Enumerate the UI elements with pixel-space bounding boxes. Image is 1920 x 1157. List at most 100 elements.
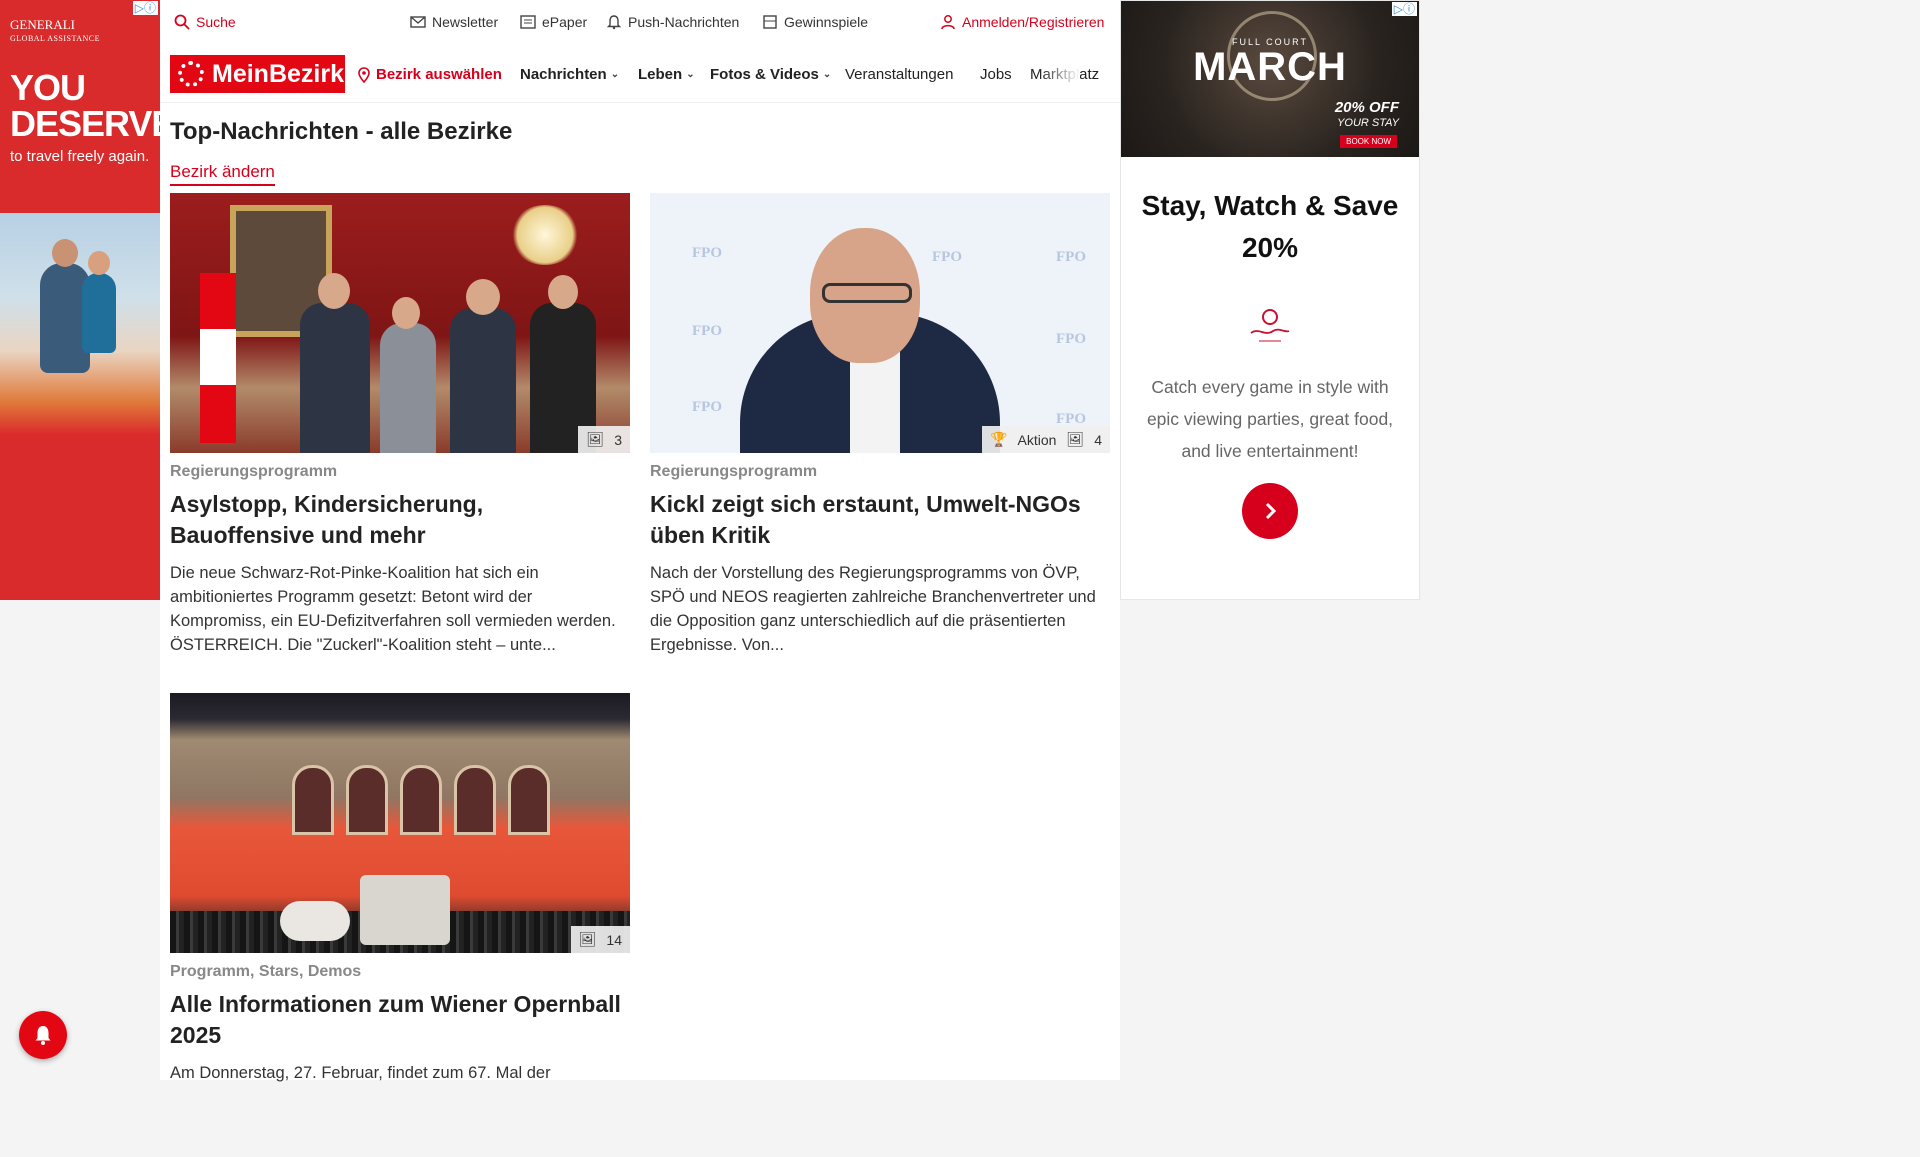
person — [380, 323, 436, 453]
speaker-glasses — [822, 283, 912, 303]
location-pin-icon — [358, 66, 370, 83]
section-title: Top-Nachrichten - alle Bezirke — [170, 118, 513, 145]
person-face — [318, 273, 350, 309]
person-face — [392, 297, 420, 329]
banner-book-button[interactable]: BOOK NOW — [1340, 135, 1397, 148]
chandelier — [510, 205, 580, 265]
gallery-icon: 🖼 — [586, 431, 605, 447]
banner-offer: 20% OFF — [1334, 99, 1399, 116]
nav-jobs[interactable]: Jobs — [980, 66, 1012, 83]
photo-count-badge: 🏆 Aktion 🖼 4 — [982, 426, 1110, 453]
opera-arch — [346, 765, 388, 835]
backdrop-logo: FPO — [1056, 331, 1086, 347]
mail-icon — [410, 16, 426, 28]
banner-stay: YOUR STAY — [1337, 117, 1399, 129]
bezirk-select[interactable]: Bezirk auswählen — [356, 66, 502, 83]
article-image[interactable]: FPO FPO FPO FPO FPO FPO FPO 🏆 Aktion 🖼 4 — [650, 193, 1110, 453]
notification-bell-button[interactable] — [19, 1011, 67, 1059]
chevron-down-icon: ⌄ — [822, 69, 832, 80]
push-label: Push-Nachrichten — [628, 14, 740, 30]
photo-count-badge: 🖼 14 — [570, 926, 630, 953]
logo-text: MeinBezirk — [212, 59, 344, 88]
backdrop-logo: FPO — [692, 323, 722, 339]
gewinnspiele-link[interactable]: Gewinnspiele — [762, 14, 868, 30]
article-title[interactable]: Kickl zeigt sich erstaunt, Umwelt-NGOs ü… — [650, 489, 1110, 551]
article-title[interactable]: Alle Informationen zum Wiener Opernball … — [170, 989, 630, 1051]
person — [450, 308, 516, 453]
change-bezirk-link[interactable]: Bezirk ändern — [170, 162, 275, 186]
nav-veranstaltungen-label: Veranstaltungen — [845, 66, 954, 83]
ad-headline: YOU DESERVE — [10, 67, 160, 144]
nav-leben[interactable]: Leben ⌄ — [638, 66, 695, 83]
person — [300, 303, 370, 453]
person-face — [466, 279, 500, 315]
gewinnspiele-label: Gewinnspiele — [784, 14, 869, 30]
adchoices-icon[interactable]: ▷ⓘ — [132, 1, 158, 15]
gallery-icon: 🖼 — [578, 931, 597, 947]
push-link[interactable]: Push-Nachrichten — [606, 14, 739, 30]
right-ad-banner[interactable]: FULL COURT MARCH 20% OFF YOUR STAY BOOK … — [1120, 0, 1420, 600]
carriage — [360, 875, 450, 945]
opera-arch — [400, 765, 442, 835]
chevron-down-icon: ⌄ — [610, 69, 620, 80]
ad-headline: Stay, Watch & Save 20% — [1141, 190, 1399, 263]
austria-flag — [200, 273, 236, 443]
ad-copy: Catch every game in style with epic view… — [1146, 377, 1394, 461]
article-kicker: Regierungsprogramm — [170, 463, 338, 480]
gift-icon — [763, 15, 777, 29]
ad-person-child — [82, 273, 116, 353]
bezirk-label: Bezirk auswählen — [376, 66, 502, 83]
resort-logo-icon — [1250, 309, 1290, 342]
login-link[interactable]: Anmelden/Registrieren — [940, 14, 1104, 30]
ad-brand-name: GENERALI — [10, 17, 75, 32]
horse — [280, 901, 350, 941]
top-utility-bar: Suche Newsletter ePaper Push-Nachrichten… — [160, 0, 1120, 46]
photo-count: 4 — [1094, 431, 1102, 448]
article-card[interactable]: 🖼 3 Regierungsprogramm Asylstopp, Kinder… — [170, 193, 630, 657]
main-content: Suche Newsletter ePaper Push-Nachrichten… — [160, 0, 1120, 1082]
nav-veranstaltungen[interactable]: Veranstaltungen — [845, 66, 953, 83]
nav-fotos-videos[interactable]: Fotos & Videos ⌄ — [710, 66, 831, 83]
article-image[interactable]: 🖼 3 — [170, 193, 630, 453]
photo-count: 14 — [606, 931, 622, 948]
article-card[interactable]: 🖼 14 Programm, Stars, Demos Alle Informa… — [170, 693, 630, 1157]
article-teaser: Nach der Vorstellung des Regierungsprogr… — [650, 564, 1096, 654]
newsletter-link[interactable]: Newsletter — [410, 14, 498, 30]
left-ad-banner[interactable]: ▷ⓘ GENERALI GLOBAL ASSISTANCE YOU DESERV… — [0, 0, 160, 600]
backdrop-logo: FPO — [692, 399, 722, 415]
nav-overflow-fade — [1040, 48, 1080, 98]
ad-subline: to travel freely again. — [10, 148, 150, 165]
backdrop-logo: FPO — [932, 249, 962, 265]
ad-cta-button[interactable] — [1242, 483, 1298, 539]
article-teaser: Am Donnerstag, 27. Februar, findet zum 6… — [170, 1064, 551, 1082]
backdrop-logo: FPO — [692, 245, 722, 261]
trophy-icon: 🏆 — [990, 431, 1008, 447]
ad-brand-sub: GLOBAL ASSISTANCE — [10, 34, 101, 43]
backdrop-logo: FPO — [1056, 249, 1086, 265]
article-card[interactable]: FPO FPO FPO FPO FPO FPO FPO 🏆 Aktion 🖼 4… — [650, 193, 1110, 657]
search-label: Suche — [196, 14, 236, 30]
opera-arch — [292, 765, 334, 835]
article-image[interactable]: 🖼 14 — [170, 693, 630, 953]
ad-banner-image[interactable]: FULL COURT MARCH 20% OFF YOUR STAY BOOK … — [1121, 1, 1419, 157]
nav-leben-label: Leben — [638, 66, 683, 83]
newsletter-label: Newsletter — [432, 14, 499, 30]
banner-title: MARCH — [1193, 45, 1347, 89]
epaper-link[interactable]: ePaper — [520, 14, 587, 30]
logo-sun-icon — [178, 61, 204, 87]
adchoices-icon[interactable]: ▷ⓘ — [1391, 2, 1417, 16]
bell-icon — [35, 1026, 51, 1045]
site-logo[interactable]: MeinBezirk — [170, 55, 345, 93]
photo-count: 3 — [614, 431, 622, 448]
search-link[interactable]: Suche — [174, 14, 236, 30]
ad-person-adult-head — [52, 239, 78, 267]
nav-nachrichten[interactable]: Nachrichten ⌄ — [520, 66, 619, 83]
nav-fotos-label: Fotos & Videos — [710, 66, 819, 83]
photo-count-badge: 🖼 3 — [578, 426, 630, 453]
gallery-icon: 🖼 — [1066, 431, 1085, 447]
bell-icon — [606, 15, 622, 30]
nav-jobs-label: Jobs — [980, 66, 1012, 83]
login-label: Anmelden/Registrieren — [962, 14, 1105, 30]
article-title[interactable]: Asylstopp, Kindersicherung, Bauoffensive… — [170, 489, 630, 551]
person-face — [548, 275, 578, 309]
